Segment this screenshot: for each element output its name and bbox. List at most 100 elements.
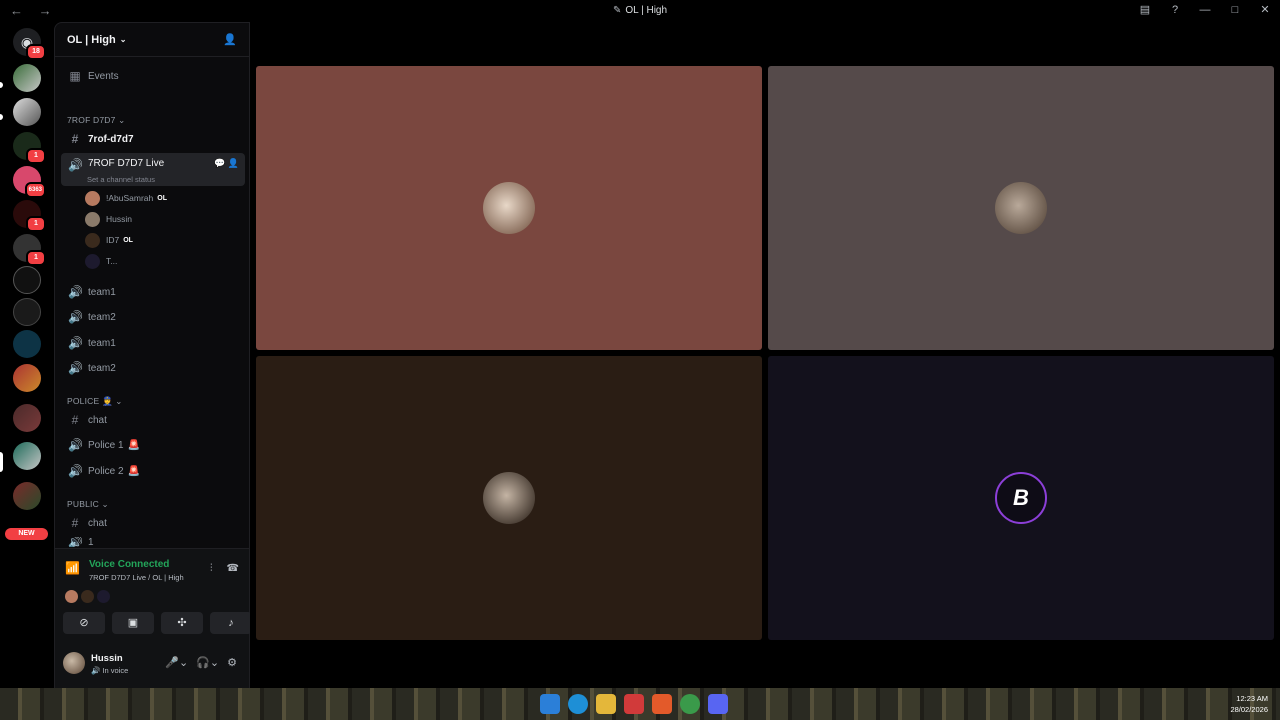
channel-text[interactable]: # chat [61,409,245,431]
discord-taskbar-icon[interactable] [708,694,728,714]
server-badge: 1 [26,148,46,164]
add-member-icon[interactable]: 👤 [223,33,237,46]
participant-avatar [483,472,535,524]
server-icon[interactable]: 1 [13,234,46,266]
chevron-down-icon: ⌄ [119,35,127,44]
voice-member[interactable]: T... [85,252,117,270]
user-controls: 🎤⌄ 🎧⌄ ⚙ [165,656,237,669]
minimize-button[interactable]: — [1198,4,1212,16]
channel-events[interactable]: ▦ Events [61,65,245,87]
mute-icon[interactable]: 🎤⌄ [165,656,188,669]
speaker-icon: 🔊 [68,464,83,478]
soundboard-button[interactable]: ♪ [210,612,252,634]
channel-label: Events [88,70,119,82]
participant-tile[interactable]: B [768,356,1274,640]
user-status-text: In voice [102,666,129,675]
siren-icon: 🚨 [127,439,141,451]
speaker-icon: 🔊 [68,158,83,172]
channel-voice[interactable]: 🔊 1 [61,537,245,547]
server-folder[interactable] [13,364,41,392]
user-name[interactable]: Hussin [91,653,123,664]
voice-status-title: Voice Connected [89,559,170,570]
channel-voice[interactable]: 🔊 Police 2 🚨 [61,460,245,482]
headphones-icon[interactable]: 🎧⌄ [196,656,219,669]
server-folder[interactable] [13,442,41,470]
system-clock[interactable]: 12:23 AM 28/02/2026 [1230,693,1268,715]
channel-voice[interactable]: 🔊 team1 [61,281,245,303]
server-badge: 6363 [24,182,46,198]
voice-member[interactable]: ID7 OL [85,231,133,249]
voice-member[interactable]: Hussin [85,210,132,228]
screen-share-button[interactable]: ▣ [112,612,154,634]
category-header[interactable]: PUBLIC ⌄ [67,499,109,510]
category-label: 7ROF D7D7 [67,115,116,125]
discord-home-icon[interactable]: ◉ 18 [13,28,46,60]
server-icon[interactable] [13,64,41,92]
signal-icon[interactable]: 📶 [65,561,80,575]
member-name: T... [106,256,118,266]
channel-label: team1 [88,337,116,349]
speaker-icon: 🔊 [68,438,83,452]
chrome-icon[interactable] [680,694,700,714]
settings-gear-icon[interactable]: ⚙ [227,656,237,669]
avatar [85,211,100,227]
category-header[interactable]: POLICE 👮 ⌄ [67,396,123,407]
category-header[interactable]: 7ROF D7D7 ⌄ [67,115,125,126]
help-icon[interactable]: ? [1168,4,1182,16]
server-badge: 1 [26,250,46,266]
channel-text[interactable]: # chat [61,512,245,534]
participant-tile[interactable] [768,66,1274,350]
title-bar: ← → ✎ OL | High ▤ ? — □ ✕ [0,0,1280,22]
channel-voice[interactable]: 🔊 team2 [61,306,245,328]
camera-off-button[interactable]: ⊘ [63,612,105,634]
acrobat-icon[interactable] [624,694,644,714]
server-icon[interactable]: 1 [13,132,46,164]
voice-button-row: ⊘ ▣ ✣ ♪ [63,612,252,634]
edge-icon[interactable] [568,694,588,714]
brave-icon[interactable] [652,694,672,714]
participant-tile[interactable] [256,66,762,350]
voice-status-subtitle[interactable]: 7ROF D7D7 Live / OL | High [89,573,184,582]
server-icon[interactable] [13,266,41,294]
noise-suppression-icon[interactable]: ⫶ [210,563,213,574]
channel-label: chat [88,517,107,529]
speaker-icon: 🔊 [68,285,83,299]
server-folder[interactable] [13,404,41,432]
channel-voice[interactable]: 🔊 Police 1 🚨 [61,434,245,456]
server-icon[interactable] [13,98,41,126]
server-icon[interactable] [13,298,41,326]
file-explorer-icon[interactable] [596,694,616,714]
server-name: OL | High [67,33,116,46]
avatar [81,590,94,603]
channel-label: Police 1 [88,439,124,451]
activities-button[interactable]: ✣ [161,612,203,634]
voice-member[interactable]: !AbuSamrah OL [85,189,167,207]
channel-status[interactable]: Set a channel status [87,175,155,184]
disconnect-icon[interactable]: ☎ [227,563,239,574]
voice-stage: B [250,22,1280,688]
user-status: 🔊 In voice [91,666,129,675]
unread-pill [0,82,3,88]
server-list: ◉ 18 1 6363 1 1 NEW [0,22,52,688]
chat-icon[interactable]: 💬 👤 [214,158,239,169]
inbox-icon[interactable]: ▤ [1138,3,1152,16]
close-button[interactable]: ✕ [1258,3,1272,16]
server-icon[interactable]: 1 [13,200,46,232]
windows-start-icon[interactable] [540,694,560,714]
server-folder[interactable] [13,482,41,510]
channel-text[interactable]: # 7rof-d7d7 [61,128,245,150]
hash-icon: # [71,413,79,427]
server-icon[interactable]: 6363 [13,166,46,198]
channel-label: chat [88,414,107,426]
window-title-text: OL | High [625,5,668,16]
channel-voice[interactable]: 🔊 team2 [61,357,245,379]
server-header[interactable]: OL | High ⌄ 👤 [55,23,249,57]
category-label: POLICE [67,396,100,406]
participant-tile[interactable] [256,356,762,640]
channel-voice[interactable]: 🔊 team1 [61,332,245,354]
server-icon[interactable] [13,330,41,358]
voice-connection-panel: 📶 Voice Connected 7ROF D7D7 Live / OL | … [55,548,252,638]
user-avatar[interactable] [63,652,85,674]
hash-icon: # [71,516,79,530]
maximize-button[interactable]: □ [1228,4,1242,16]
